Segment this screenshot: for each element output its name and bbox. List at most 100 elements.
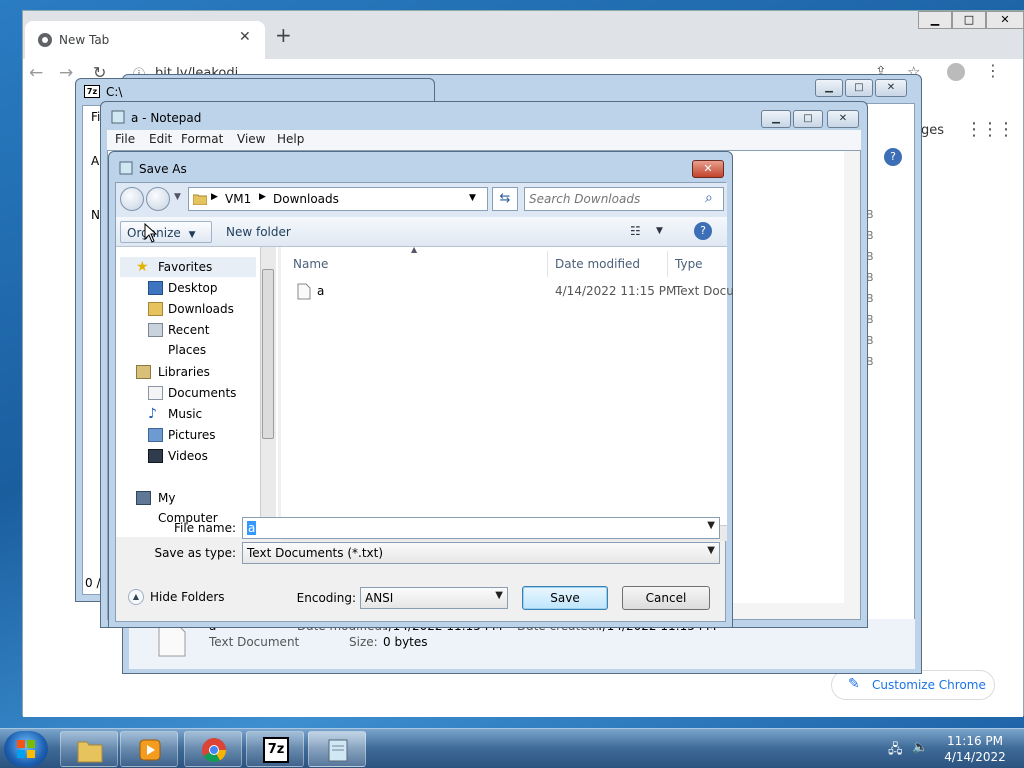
explorer-minimize-button[interactable]: ▁ bbox=[815, 79, 843, 97]
chrome-window-controls: ▁ □ ✕ bbox=[918, 11, 1024, 31]
nav-label: Videos bbox=[168, 449, 208, 463]
file-name-dropdown-icon[interactable]: ▼ bbox=[707, 520, 715, 531]
chrome-maximize-button[interactable]: □ bbox=[952, 11, 986, 29]
save-as-type-value: Text Documents (*.txt) bbox=[247, 546, 384, 560]
back-arrow-icon[interactable]: ← bbox=[29, 63, 43, 83]
nav-pane-scrollbar-thumb[interactable] bbox=[262, 269, 274, 439]
clock-date: 4/14/2022 bbox=[944, 750, 1006, 764]
notepad-window-controls: ▁ □ ✕ bbox=[761, 110, 861, 128]
chrome-close-button[interactable]: ✕ bbox=[986, 11, 1024, 29]
file-name-value[interactable]: a bbox=[247, 521, 257, 535]
taskbar-explorer[interactable] bbox=[60, 731, 118, 767]
sevenzip-title: C:\ bbox=[106, 85, 123, 99]
folder-icon bbox=[193, 194, 207, 205]
search-icon[interactable]: ⌕ bbox=[705, 190, 713, 206]
save-as-close-button[interactable]: ✕ bbox=[692, 160, 724, 178]
sevenzip-menu[interactable]: Fi bbox=[91, 110, 100, 124]
apps-grid-icon[interactable]: ⋮⋮⋮ bbox=[965, 119, 1015, 140]
encoding-select[interactable]: ANSI ▼ bbox=[360, 587, 508, 609]
file-name-cell: a bbox=[317, 284, 325, 298]
save-as-type-select[interactable]: Text Documents (*.txt) ▼ bbox=[242, 542, 720, 564]
chrome-menu-icon[interactable]: ⋮ bbox=[985, 61, 1001, 80]
column-header-name[interactable]: Name bbox=[293, 257, 328, 271]
column-header-date-modified[interactable]: Date modified bbox=[555, 257, 640, 271]
help-icon[interactable]: ? bbox=[694, 222, 712, 240]
notepad-close-button[interactable]: ✕ bbox=[827, 110, 859, 128]
sevenzip-status: 0 / bbox=[85, 576, 101, 590]
details-size-label: Size: bbox=[349, 635, 378, 649]
images-link[interactable]: ges bbox=[921, 123, 944, 138]
explorer-close-button[interactable]: ✕ bbox=[875, 79, 907, 97]
notepad-title: a - Notepad bbox=[131, 111, 202, 125]
explorer-help-icon[interactable]: ? bbox=[884, 148, 902, 166]
new-folder-button[interactable]: New folder bbox=[220, 221, 297, 243]
encoding-dropdown-icon[interactable]: ▼ bbox=[495, 590, 503, 601]
taskbar-chrome[interactable] bbox=[184, 731, 242, 767]
save-as-type-dropdown-icon[interactable]: ▼ bbox=[707, 545, 715, 556]
file-name-field[interactable]: a ▼ bbox=[242, 517, 720, 539]
forward-arrow-icon[interactable]: → bbox=[59, 63, 73, 83]
menu-edit[interactable]: Edit bbox=[149, 132, 172, 146]
forward-button[interactable] bbox=[146, 187, 170, 211]
notepad-maximize-button[interactable]: □ bbox=[793, 110, 823, 128]
refresh-icon[interactable]: ⇆ bbox=[492, 187, 518, 211]
encoding-value: ANSI bbox=[365, 591, 394, 605]
breadcrumb[interactable]: ▶ VM1 ▶ Downloads ▼ bbox=[188, 187, 488, 211]
nav-label: Documents bbox=[168, 386, 237, 400]
search-box[interactable]: ⌕ bbox=[524, 187, 724, 211]
profile-avatar[interactable] bbox=[947, 63, 965, 81]
notepad-minimize-button[interactable]: ▁ bbox=[761, 110, 791, 128]
customize-chrome-button[interactable]: ✎ Customize Chrome bbox=[831, 670, 995, 700]
chrome-tab-new-tab[interactable]: New Tab ✕ bbox=[25, 21, 265, 59]
chrome-minimize-button[interactable]: ▁ bbox=[918, 11, 952, 29]
explorer-window-controls: ▁ □ ✕ bbox=[815, 79, 915, 97]
hide-folders-button[interactable]: ▲ Hide Folders bbox=[128, 587, 248, 609]
notepad-vertical-scrollbar[interactable] bbox=[844, 151, 860, 603]
system-clock[interactable]: 11:16 PM 4/14/2022 bbox=[930, 733, 1020, 765]
explorer-maximize-button[interactable]: □ bbox=[845, 79, 873, 97]
organize-dropdown-icon: ▼ bbox=[188, 230, 196, 240]
sevenzip-taskbar-label: 7z bbox=[263, 737, 289, 763]
size-cell: B bbox=[866, 334, 874, 347]
search-input[interactable] bbox=[529, 191, 699, 207]
navigation-bar: ▼ ▶ VM1 ▶ Downloads ▼ ⇆ ⌕ bbox=[116, 183, 727, 217]
cancel-button[interactable]: Cancel bbox=[622, 586, 710, 610]
column-header-type[interactable]: Type bbox=[675, 257, 703, 271]
sort-ascending-icon: ▲ bbox=[411, 245, 418, 254]
back-button[interactable] bbox=[120, 187, 144, 211]
table-row[interactable]: a 4/14/2022 11:15 PM Text Docu bbox=[281, 279, 734, 303]
menu-file[interactable]: File bbox=[115, 132, 135, 146]
nav-favorites[interactable]: ★ Favorites bbox=[120, 257, 256, 277]
save-as-type-label: Save as type: bbox=[154, 546, 236, 560]
view-dropdown-icon[interactable]: ▼ bbox=[656, 226, 663, 236]
chrome-new-tab-button[interactable]: + bbox=[275, 25, 292, 45]
save-button[interactable]: Save bbox=[522, 586, 608, 610]
chrome-tab-close-icon[interactable]: ✕ bbox=[239, 29, 251, 45]
nav-label: Downloads bbox=[168, 302, 234, 316]
start-button[interactable] bbox=[4, 731, 48, 767]
file-list: ▲ Name Date modified Type a 4/14/2022 11… bbox=[281, 245, 734, 541]
volume-icon[interactable]: 🔈 bbox=[912, 740, 928, 755]
menu-view[interactable]: View bbox=[237, 132, 265, 146]
organize-button[interactable]: Organize ▼ bbox=[120, 221, 212, 243]
sevenzip-column-header[interactable]: N bbox=[91, 208, 100, 222]
nav-label: Music bbox=[168, 407, 203, 421]
breadcrumb-dropdown-icon[interactable]: ▼ bbox=[469, 193, 476, 203]
computer-icon bbox=[136, 491, 151, 505]
network-icon[interactable]: 🖧 bbox=[888, 740, 903, 762]
command-bar: Organize ▼ New folder ☷ ▼ ? bbox=[116, 217, 727, 247]
menu-format[interactable]: Format bbox=[181, 132, 223, 146]
breadcrumb-vm1[interactable]: VM1 bbox=[225, 192, 251, 206]
sevenzip-toolbar-label[interactable]: A bbox=[91, 154, 99, 168]
menu-help[interactable]: Help bbox=[277, 132, 304, 146]
taskbar-7zip[interactable]: 7z bbox=[246, 731, 304, 767]
size-cell: B bbox=[866, 313, 874, 326]
notepad-icon bbox=[111, 110, 125, 124]
file-name-label: File name: bbox=[174, 521, 236, 535]
save-as-dialog: Save As ✕ ▼ ▶ VM1 ▶ Downloads ▼ ⇆ ⌕ bbox=[108, 151, 734, 628]
breadcrumb-downloads[interactable]: Downloads bbox=[273, 192, 339, 206]
taskbar-notepad[interactable] bbox=[308, 731, 366, 767]
taskbar-media-player[interactable] bbox=[120, 731, 178, 767]
view-options-icon[interactable]: ☷ bbox=[630, 224, 641, 238]
recent-pages-chevron-icon[interactable]: ▼ bbox=[174, 192, 181, 202]
